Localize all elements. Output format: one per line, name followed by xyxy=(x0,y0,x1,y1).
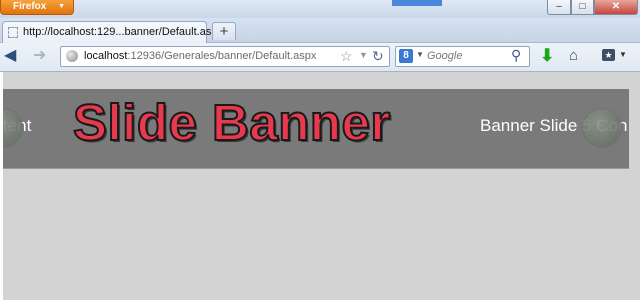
firefox-menu-label: Firefox xyxy=(13,1,47,12)
tab-default-aspx[interactable]: http://localhost:129...banner/Default.as… xyxy=(2,21,223,43)
search-icon[interactable]: ⚲ xyxy=(511,47,521,64)
bookmark-star-icon[interactable]: ☆ xyxy=(340,48,353,65)
url-host: localhost xyxy=(84,50,128,62)
tab-title: http://localhost:129...banner/Default.as… xyxy=(23,26,223,38)
next-slide-button[interactable] xyxy=(582,108,622,148)
minimize-icon: – xyxy=(556,1,562,12)
chevron-down-icon[interactable]: ▼ xyxy=(359,50,368,60)
close-window-button[interactable]: ✕ xyxy=(594,0,638,15)
title-bar-highlight xyxy=(392,0,442,6)
page-content: tent Slide Banner Banner Slide 5 Con xyxy=(0,72,640,300)
url-path: :12936/Generales/banner/Default.aspx xyxy=(127,50,317,62)
maximize-button[interactable]: □ xyxy=(571,0,594,15)
google-icon[interactable]: 8 xyxy=(399,49,413,63)
globe-icon xyxy=(66,50,78,62)
maximize-icon: □ xyxy=(579,1,586,12)
home-icon[interactable]: ⌂ xyxy=(569,47,578,64)
firefox-menu-button[interactable]: Firefox ▼ xyxy=(0,0,74,15)
blank-page-icon xyxy=(8,27,18,38)
download-icon[interactable]: ⬇ xyxy=(540,46,554,66)
navigation-toolbar: ◀ ➜ localhost:12936/Generales/banner/Def… xyxy=(0,43,640,72)
search-bar[interactable]: 8 ▼ Google ⚲ xyxy=(395,46,530,67)
banner-title: Slide Banner xyxy=(72,93,391,152)
bookmarks-icon[interactable]: ★ xyxy=(602,49,615,61)
title-bar: Firefox ▼ – □ ✕ xyxy=(0,0,640,18)
forward-arrow-icon[interactable]: ➜ xyxy=(33,47,46,65)
close-icon: ✕ xyxy=(611,1,621,12)
search-input[interactable]: Google xyxy=(427,50,462,62)
reload-icon[interactable]: ↻ xyxy=(372,48,384,65)
chevron-down-icon: ▼ xyxy=(58,3,65,10)
new-tab-button[interactable]: + xyxy=(212,22,236,40)
url-bar[interactable]: localhost:12936/Generales/banner/Default… xyxy=(60,46,390,67)
plus-icon: + xyxy=(219,23,229,40)
url-text[interactable]: localhost:12936/Generales/banner/Default… xyxy=(84,50,316,62)
chevron-down-icon[interactable]: ▼ xyxy=(619,50,627,59)
slide-banner: tent Slide Banner Banner Slide 5 Con xyxy=(3,89,629,169)
chevron-down-icon[interactable]: ▼ xyxy=(416,50,424,59)
back-arrow-icon[interactable]: ◀ xyxy=(4,47,16,65)
minimize-button[interactable]: – xyxy=(547,0,571,15)
previous-slide-button[interactable] xyxy=(3,108,23,148)
tab-bar: http://localhost:129...banner/Default.as… xyxy=(0,18,640,43)
